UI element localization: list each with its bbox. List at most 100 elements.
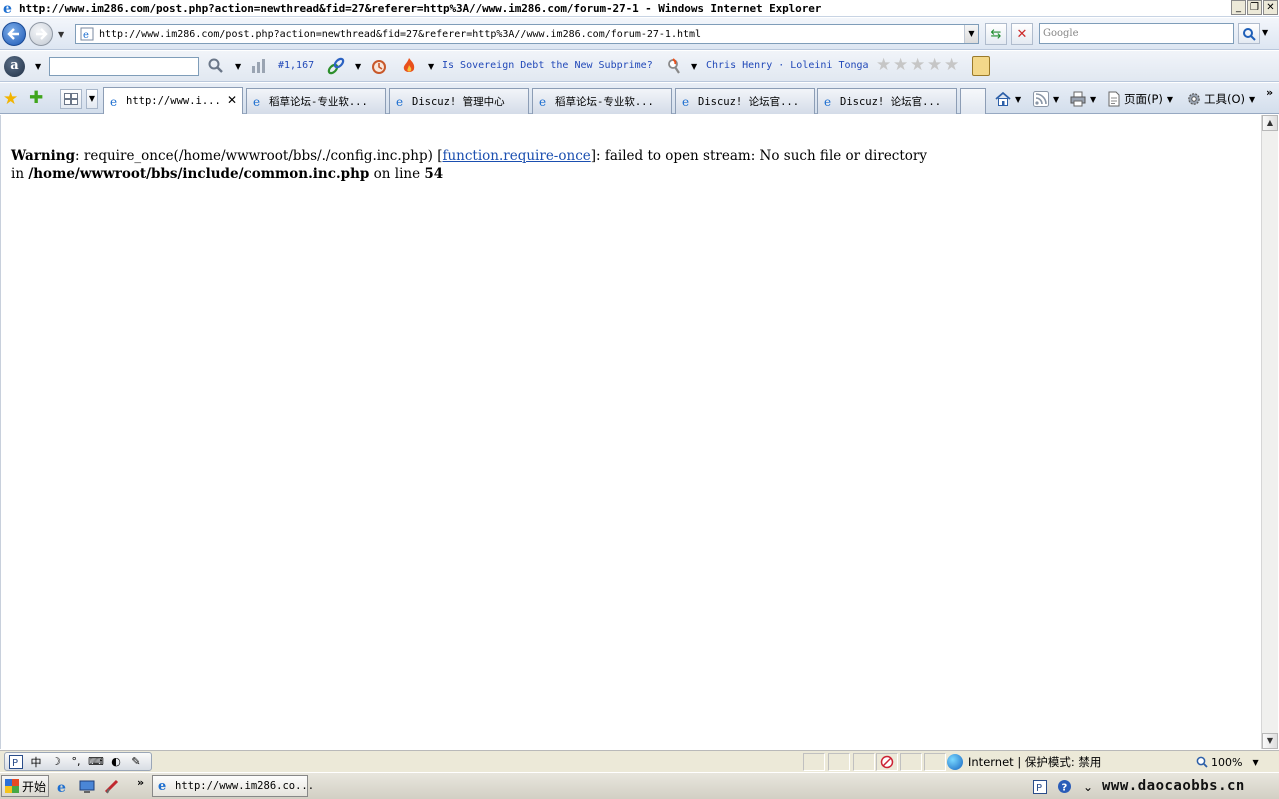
window-title: http://www.im286.com/post.php?action=new… (19, 1, 822, 15)
function-doc-link[interactable]: function.require-once (442, 148, 590, 164)
minimize-button[interactable]: _ (1231, 0, 1246, 15)
stop-button[interactable]: ✕ (1011, 23, 1033, 45)
favorites-center-icon[interactable]: ★ (3, 89, 18, 109)
security-zone[interactable]: Internet | 保护模式: 禁用 (947, 753, 1187, 771)
scroll-up-button[interactable]: ▲ (1262, 115, 1278, 131)
address-field[interactable]: e http://www.im286.com/post.php?action=n… (75, 24, 979, 44)
restore-button[interactable]: ❐ (1247, 0, 1262, 15)
toolbar-search-input[interactable] (49, 57, 199, 76)
more-commands-chevron-icon[interactable]: » (1266, 86, 1273, 99)
warning-label: Warning (11, 148, 76, 164)
in-label: in (11, 166, 25, 182)
address-dropdown[interactable]: ▼ (964, 25, 978, 43)
rating-star-icon[interactable]: ★ (927, 57, 943, 74)
chinese-mode-icon[interactable]: 中 (28, 754, 44, 770)
back-button[interactable] (2, 22, 26, 46)
home-dropdown[interactable]: ▼ (1015, 95, 1021, 104)
taskbar-ie-window[interactable]: e http://www.im286.co... (152, 775, 314, 797)
hot-search-icon[interactable] (665, 57, 683, 75)
close-button[interactable]: ✕ (1263, 0, 1278, 15)
quicklaunch-more-chevron-icon[interactable]: » (137, 776, 144, 789)
tab-1[interactable]: e 稻草论坛-专业软... (246, 88, 386, 114)
search-options-dropdown[interactable]: ▼ (1262, 28, 1268, 37)
ie-page-icon: e (537, 95, 551, 109)
rating-star-icon[interactable]: ★ (910, 57, 926, 74)
page-menu-label: 页面(P) (1124, 92, 1163, 106)
rating-star-icon[interactable]: ★ (876, 57, 892, 74)
print-dropdown[interactable]: ▼ (1090, 95, 1096, 104)
ime-toolbar[interactable]: P 中 ☽ °, ⌨ ◐ ✎ (4, 752, 152, 771)
help-icon[interactable]: ? (1056, 779, 1072, 795)
toolbar-search-dropdown[interactable]: ▼ (235, 62, 241, 71)
stop-icon: ✕ (1016, 26, 1028, 42)
rating-star-icon[interactable]: ★ (944, 57, 960, 74)
traffic-rank[interactable]: #1,167 (278, 60, 314, 71)
tab-0[interactable]: e http://www.i... ✕ (103, 87, 243, 114)
refresh-button[interactable]: ⇆ (985, 23, 1007, 45)
site-info-icon[interactable] (972, 56, 990, 76)
forward-button[interactable] (29, 22, 53, 46)
alexa-logo-icon[interactable]: a (4, 56, 25, 77)
headline-link[interactable]: Is Sovereign Debt the New Subprime? (442, 60, 653, 71)
hot-people-link[interactable]: Chris Henry · Loleini Tonga (706, 60, 869, 71)
related-links-icon[interactable] (327, 57, 345, 75)
page-menu-dropdown[interactable]: ▼ (1167, 95, 1173, 104)
search-input[interactable]: Google (1039, 23, 1234, 44)
quicklaunch-app-icon[interactable] (103, 778, 120, 795)
hot-news-dropdown[interactable]: ▼ (428, 62, 434, 71)
back-arrow-icon (7, 28, 19, 40)
tray-expand-icon[interactable]: ⌄ (1080, 779, 1096, 795)
feeds-button[interactable]: ▼ (1033, 91, 1059, 107)
svg-text:P: P (1036, 783, 1042, 794)
half-width-icon[interactable]: ☽ (48, 754, 64, 770)
site-rating[interactable]: ★ ★ ★ ★ ★ (876, 57, 960, 74)
add-favorites-icon[interactable]: ✚ (29, 88, 43, 108)
new-tab-button[interactable] (960, 88, 986, 114)
address-url: http://www.im286.com/post.php?action=new… (99, 28, 702, 40)
ime-tools-icon[interactable]: ✎ (128, 754, 144, 770)
traffic-rank-icon[interactable] (250, 57, 268, 75)
search-button[interactable] (1238, 23, 1260, 44)
tab-5[interactable]: e Discuz! 论坛官... (817, 88, 957, 114)
quick-tabs-button[interactable] (60, 89, 82, 109)
punctuation-icon[interactable]: °, (68, 754, 84, 770)
feeds-dropdown[interactable]: ▼ (1053, 95, 1059, 104)
alexa-menu-dropdown[interactable]: ▼ (35, 62, 41, 71)
close-tab-icon[interactable]: ✕ (227, 93, 237, 107)
ime-settings-icon[interactable]: ◐ (108, 754, 124, 770)
svg-text:e: e (396, 95, 403, 108)
wayback-icon[interactable] (370, 57, 388, 75)
start-label: 开始 (22, 779, 47, 794)
tab-list-dropdown[interactable]: ▼ (86, 89, 98, 109)
home-icon (995, 91, 1011, 107)
vertical-scrollbar[interactable]: ▲ ▼ (1261, 115, 1278, 749)
tab-label: 稻草论坛-专业软... (269, 96, 368, 108)
print-button[interactable]: ▼ (1070, 91, 1096, 107)
home-button[interactable]: ▼ (995, 91, 1021, 107)
scroll-down-button[interactable]: ▼ (1262, 733, 1278, 749)
hot-search-dropdown[interactable]: ▼ (691, 62, 697, 71)
ime-p-icon[interactable]: P (8, 754, 24, 770)
show-desktop-icon[interactable] (78, 778, 95, 795)
recent-pages-dropdown[interactable]: ▼ (58, 30, 64, 39)
tools-menu-button[interactable]: 工具(O) ▼ (1186, 91, 1255, 107)
tray-ime-icon[interactable]: P (1032, 779, 1048, 795)
ie-page-icon: e (822, 95, 836, 109)
refresh-icon: ⇆ (990, 26, 1002, 42)
tab-3[interactable]: e 稻草论坛-专业软... (532, 88, 672, 114)
tab-label: Discuz! 论坛官... (840, 96, 942, 108)
quicklaunch-ie-icon[interactable]: e (55, 778, 72, 795)
zoom-control[interactable]: 100% ▼ (1196, 753, 1262, 771)
hot-news-icon[interactable] (400, 57, 418, 75)
page-menu-button[interactable]: 页面(P) ▼ (1106, 91, 1173, 107)
tab-4[interactable]: e Discuz! 论坛官... (675, 88, 815, 114)
related-links-dropdown[interactable]: ▼ (355, 62, 361, 71)
soft-keyboard-icon[interactable]: ⌨ (88, 754, 104, 770)
zoom-dropdown[interactable]: ▼ (1252, 758, 1258, 767)
toolbar-search-icon[interactable] (207, 57, 225, 75)
rating-star-icon[interactable]: ★ (893, 57, 909, 74)
start-button[interactable]: 开始 (1, 775, 49, 797)
tab-2[interactable]: e Discuz! 管理中心 (389, 88, 529, 114)
tools-menu-dropdown[interactable]: ▼ (1249, 95, 1255, 104)
popup-blocker-cell[interactable] (876, 753, 898, 771)
